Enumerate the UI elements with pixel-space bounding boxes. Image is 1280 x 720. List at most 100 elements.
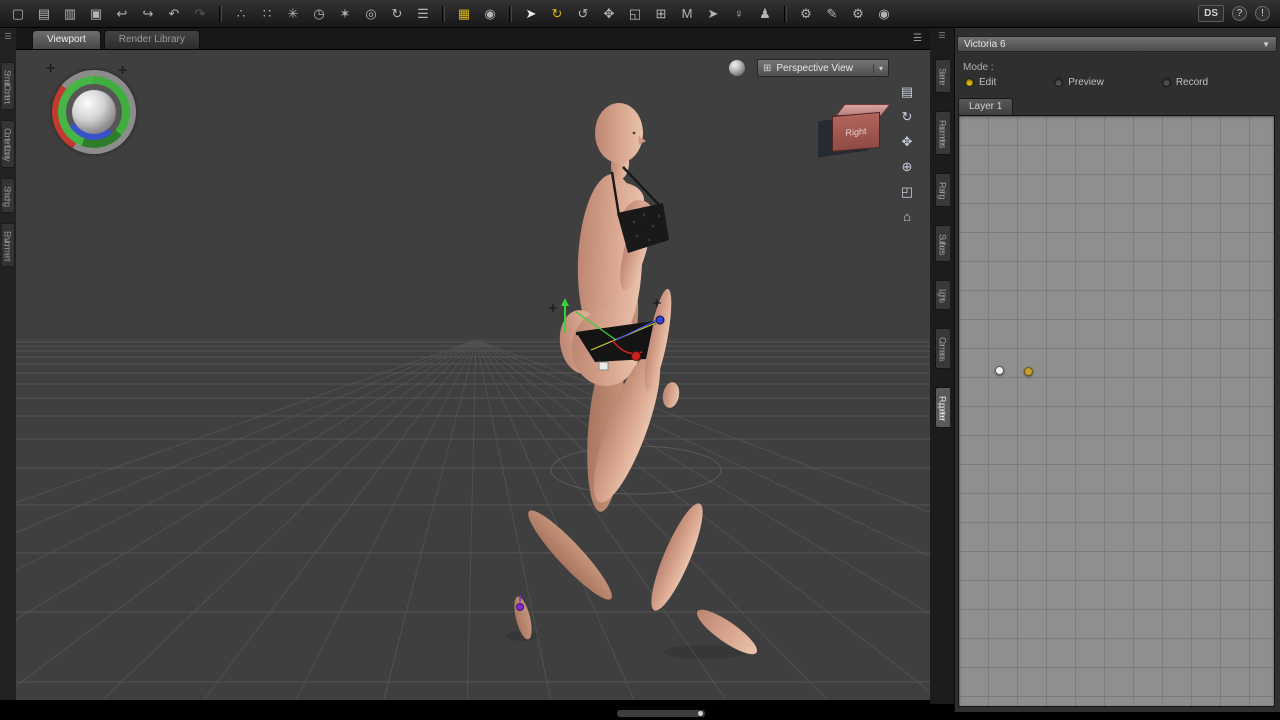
view-orb-widget[interactable] [52, 70, 136, 154]
geometry-editor-icon[interactable]: ✎ [820, 3, 844, 25]
weight-map-tool-icon[interactable]: M [675, 3, 699, 25]
tab-render-library[interactable]: Render Library [103, 30, 200, 49]
puppeteer-grid[interactable] [958, 115, 1275, 707]
floor-grid [16, 339, 930, 700]
toolbar-separator [784, 5, 787, 22]
help-icon[interactable]: ? [1232, 6, 1247, 21]
view-selector-label: Perspective View [776, 62, 853, 74]
view-cube[interactable]: Right [816, 102, 896, 164]
left-dock: ☰ Smart Content Content Library Shading … [0, 28, 16, 700]
redo-icon[interactable]: ↷ [188, 3, 212, 25]
snap-icon[interactable]: ✳ [281, 3, 305, 25]
tool-settings-icon[interactable]: ⚙ [794, 3, 818, 25]
scrollbar-thumb-dot[interactable] [698, 711, 703, 716]
revert-file-icon[interactable]: ↩ [110, 3, 134, 25]
scene-render[interactable] [16, 50, 930, 700]
orb-pin-left-icon[interactable]: ✛ [46, 62, 55, 75]
left-dock-menu-icon[interactable]: ☰ [4, 32, 11, 41]
render-icon[interactable]: ◉ [478, 3, 502, 25]
radio-icon [1054, 78, 1064, 87]
tab-scene[interactable]: Scene [934, 59, 950, 93]
tab-cameras[interactable]: Cameras [934, 328, 950, 369]
tab-puppeteer[interactable]: Puppeteer [934, 386, 950, 429]
mode-edit-radio[interactable]: Edit [965, 77, 996, 88]
zoom-view-icon[interactable]: ⊕ [897, 159, 917, 175]
puppet-dot-white[interactable] [995, 366, 1004, 375]
figure-select-icon[interactable]: ♀ [727, 3, 751, 25]
chevron-down-icon: ▼ [1262, 39, 1270, 49]
puppet-dot-yellow[interactable] [1024, 367, 1033, 376]
rotate-tool-icon[interactable]: ↻ [545, 3, 569, 25]
timeline-scrollbar[interactable] [617, 710, 705, 717]
open-file-icon[interactable]: ▤ [32, 3, 56, 25]
tab-layer-1[interactable]: Layer 1 [958, 98, 1014, 115]
view-list-icon[interactable]: ☰ [411, 3, 435, 25]
node-edit-tool-icon[interactable]: ➤ [701, 3, 725, 25]
gizmo-handle[interactable] [598, 361, 609, 371]
align-nodes-icon[interactable]: ∷ [255, 3, 279, 25]
orb-pin-right-icon[interactable]: ✛ [118, 64, 127, 77]
radio-icon [1161, 78, 1171, 87]
toolbar-separator [219, 5, 222, 22]
radio-icon [965, 78, 974, 87]
viewport-canvas[interactable]: ✛ ✛ ⊞ Perspective View ▾ ▤ ↻ ✥ ⊕ ◰ ⌂ Rig… [16, 50, 930, 700]
universal-tool-icon[interactable]: ⊞ [649, 3, 673, 25]
viewport-tabbar: Viewport Render Library ☰ [16, 28, 930, 50]
mode-preview-radio[interactable]: Preview [1054, 77, 1104, 88]
toolbar-separator [442, 5, 445, 22]
pan-view-icon[interactable]: ✥ [897, 134, 917, 150]
info-icon[interactable]: ! [1255, 6, 1270, 21]
tab-content-library[interactable]: Content Library [1, 120, 15, 168]
tab-environment[interactable]: Environment [1, 222, 15, 268]
refresh-icon[interactable]: ↻ [385, 3, 409, 25]
mode-radio-group: Edit Preview Record [965, 77, 1266, 88]
scale-tool-icon[interactable]: ◱ [623, 3, 647, 25]
tab-smart-content[interactable]: Smart Content [1, 62, 15, 111]
tab-posing[interactable]: Posing [934, 173, 950, 207]
create-node-icon[interactable]: ∴ [229, 3, 253, 25]
render-settings-icon[interactable]: ▦ [452, 3, 476, 25]
figure-victoria6[interactable] [506, 103, 762, 661]
right-dock-menu-icon[interactable]: ☰ [938, 31, 945, 40]
daz-studio-logo: DS [1198, 5, 1224, 22]
node-selector-dropdown[interactable]: Victoria 6 ▼ [957, 36, 1277, 52]
mini-translate-icon [549, 304, 557, 312]
view-cube-label: Right [845, 126, 867, 138]
translate-tool-icon[interactable]: ✥ [597, 3, 621, 25]
frame-view-icon[interactable]: ◰ [897, 184, 917, 200]
undo-icon[interactable]: ↶ [162, 3, 186, 25]
node-selector-label: Victoria 6 [964, 38, 1006, 50]
tab-lights[interactable]: Lights [934, 280, 950, 311]
grid-view-icon: ⊞ [763, 62, 772, 74]
tab-shading[interactable]: Shading [1, 177, 15, 213]
timeline-icon[interactable]: ◷ [307, 3, 331, 25]
view-selector-dropdown[interactable]: ⊞ Perspective View ▾ [757, 59, 889, 77]
draw-style-icon[interactable] [729, 60, 745, 76]
tab-parameters[interactable]: Parameters [934, 110, 950, 156]
camera-settings-icon[interactable]: ◉ [872, 3, 896, 25]
pointer-tool-icon[interactable]: ➤ [519, 3, 543, 25]
view-cube-front-face[interactable]: Right [832, 111, 880, 153]
camera-cube-icon[interactable]: ◎ [359, 3, 383, 25]
tab-viewport[interactable]: Viewport [32, 30, 101, 49]
mode-label: Mode : [963, 62, 994, 73]
merge-file-icon[interactable]: ▥ [58, 3, 82, 25]
viewport-tabbar-menu-icon[interactable]: ☰ [913, 33, 922, 44]
toolbar-right-group: DS ? ! [1198, 5, 1274, 22]
new-file-icon[interactable]: ▢ [6, 3, 30, 25]
chevron-down-icon: ▾ [872, 63, 883, 73]
effects-icon[interactable]: ✶ [333, 3, 357, 25]
add-gear-icon[interactable]: ⚙ [846, 3, 870, 25]
orb-center-sphere[interactable] [72, 90, 116, 134]
reset-view-icon[interactable]: ⌂ [897, 209, 917, 224]
orbit-tool-icon[interactable]: ↺ [571, 3, 595, 25]
save-file-icon[interactable]: ▣ [84, 3, 108, 25]
pose-tool-icon[interactable]: ♟ [753, 3, 777, 25]
mode-record-radio[interactable]: Record [1161, 77, 1208, 88]
export-file-icon[interactable]: ↪ [136, 3, 160, 25]
toolbar-separator [509, 5, 512, 22]
viewport-nav-stack: ▤ ↻ ✥ ⊕ ◰ ⌂ [894, 84, 920, 224]
viewport-options-icon[interactable]: ▤ [897, 84, 917, 100]
tab-surfaces[interactable]: Surfaces [934, 224, 950, 263]
orbit-view-icon[interactable]: ↻ [897, 109, 917, 125]
